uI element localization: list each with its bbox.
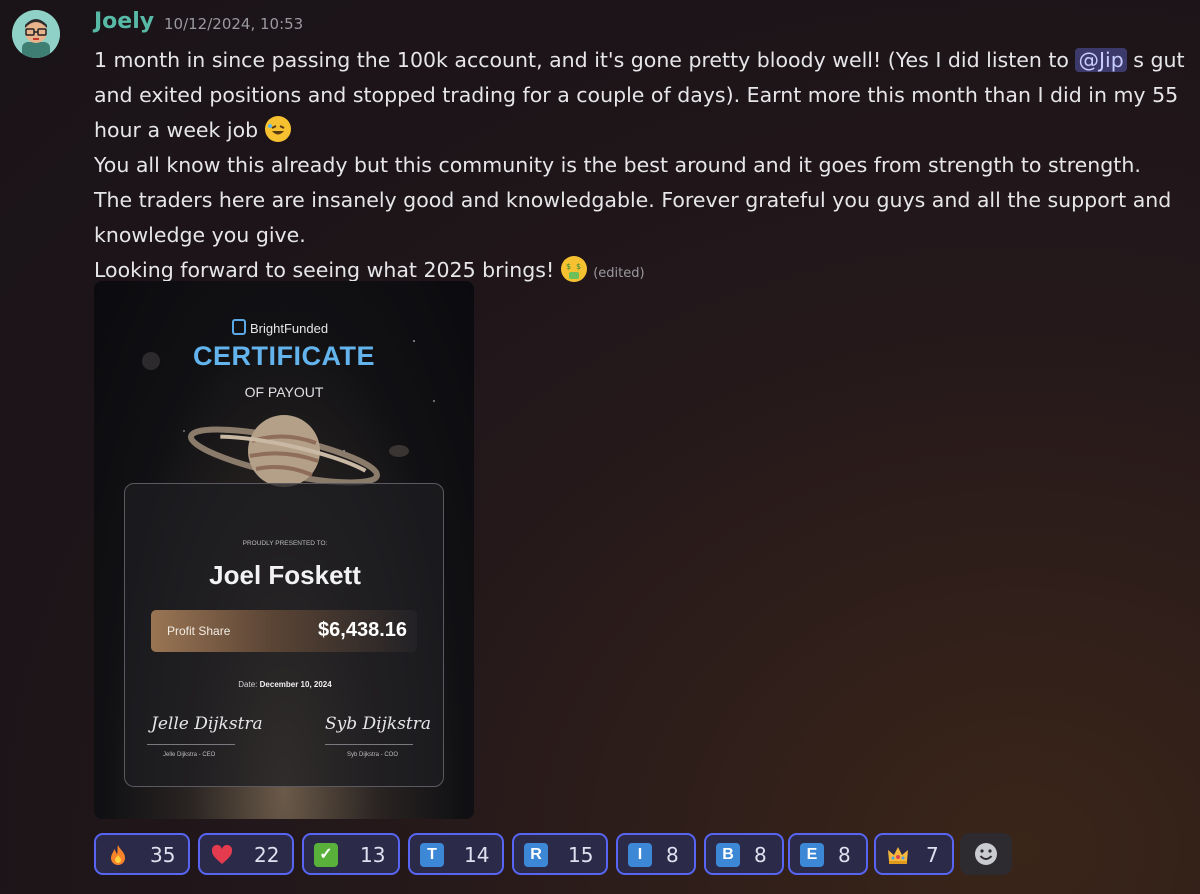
profit-share-label: Profit Share xyxy=(167,624,231,638)
letter-b-icon: B xyxy=(716,843,740,867)
letter-i-icon: I xyxy=(628,843,652,867)
reaction-count: 35 xyxy=(150,843,176,867)
letter-t-icon: T xyxy=(420,843,444,867)
date-value: December 10, 2024 xyxy=(259,680,332,689)
add-reaction-button[interactable] xyxy=(960,833,1012,875)
signer-left: Jelle Dijkstra - CEO xyxy=(163,752,216,758)
reaction-count: 14 xyxy=(464,843,490,867)
svg-text:$: $ xyxy=(576,262,581,271)
reaction-letter-r[interactable]: R 15 xyxy=(512,833,608,875)
message-text: Looking forward to seeing what 2025 brin… xyxy=(94,258,555,282)
reaction-count: 13 xyxy=(360,843,386,867)
message-text: hour a week job xyxy=(94,118,259,142)
reaction-count: 8 xyxy=(666,843,679,867)
reaction-count: 22 xyxy=(254,843,280,867)
reaction-count: 8 xyxy=(754,843,767,867)
brand-logo: BrightFunded xyxy=(232,319,328,336)
reaction-heart[interactable]: 22 xyxy=(198,833,294,875)
signature-line-left xyxy=(147,744,235,745)
avatar-image xyxy=(12,10,60,58)
letter-r-icon: R xyxy=(524,843,548,867)
certificate-panel: PROUDLY PRESENTED TO: Joel Foskett Profi… xyxy=(124,483,444,787)
certificate-subtitle: OF PAYOUT xyxy=(244,384,324,400)
certificate-image-attachment[interactable]: BrightFunded CERTIFICATE OF PAYOUT PROUD… xyxy=(94,281,474,819)
signature-line-right xyxy=(325,744,413,745)
signer-right: Syb Dijkstra - COO xyxy=(347,752,399,758)
reaction-count: 8 xyxy=(838,843,851,867)
heart-icon xyxy=(210,843,234,867)
svg-text:$: $ xyxy=(566,262,571,271)
reaction-letter-e[interactable]: E 8 xyxy=(788,833,868,875)
fire-icon xyxy=(106,843,130,867)
reaction-count: 7 xyxy=(926,843,939,867)
message-content: 1 month in since passing the 100k accoun… xyxy=(94,43,1194,291)
certificate-title: CERTIFICATE xyxy=(193,341,375,371)
crown-icon xyxy=(886,843,910,867)
message-text: 1 month in since passing the 100k accoun… xyxy=(94,48,1076,72)
money-mouth-face-emoji-icon: $ $ xyxy=(560,256,587,282)
avatar[interactable] xyxy=(12,10,60,58)
brand-name: BrightFunded xyxy=(250,321,329,336)
brightfunded-logo-icon xyxy=(232,319,246,335)
reaction-fire[interactable]: 35 xyxy=(94,833,190,875)
profit-share-bar: Profit Share $6,438.16 xyxy=(151,610,417,652)
presented-label: PROUDLY PRESENTED TO: xyxy=(242,540,328,547)
message-text: s gut xyxy=(1126,48,1185,72)
user-mention[interactable]: @Jip xyxy=(1075,48,1127,72)
message-author[interactable]: Joely xyxy=(94,9,154,34)
reaction-crown[interactable]: 7 xyxy=(874,833,954,875)
signature-right: Syb Dijkstra xyxy=(325,714,431,734)
rolling-on-floor-laughing-emoji-icon xyxy=(264,116,291,142)
edited-label: (edited) xyxy=(593,266,645,281)
reaction-letter-b[interactable]: B 8 xyxy=(704,833,784,875)
recipient-name: Joel Foskett xyxy=(209,560,361,590)
date-label: Date: xyxy=(238,680,258,689)
message-line-5: The traders here are insanely good and k… xyxy=(94,188,1172,212)
profit-share-value: $6,438.16 xyxy=(318,619,407,641)
message-timestamp: 10/12/2024, 10:53 xyxy=(164,15,304,33)
message-line-3: hour a week job xyxy=(94,113,1194,148)
reaction-check-mark[interactable]: ✓ 13 xyxy=(302,833,400,875)
message-line-1: 1 month in since passing the 100k accoun… xyxy=(94,43,1194,78)
signature-left: Jelle Dijkstra xyxy=(151,714,263,734)
reaction-count: 15 xyxy=(568,843,594,867)
message-line-6: knowledge you give. xyxy=(94,223,306,247)
smiley-face-icon xyxy=(975,843,997,865)
letter-e-icon: E xyxy=(800,843,824,867)
reaction-letter-t[interactable]: T 14 xyxy=(408,833,504,875)
reaction-letter-i[interactable]: I 8 xyxy=(616,833,696,875)
certificate-date: Date: December 10, 2024 xyxy=(125,680,445,689)
message-line-2: and exited positions and stopped trading… xyxy=(94,83,1179,107)
check-mark-icon: ✓ xyxy=(314,843,338,867)
message-line-4: You all know this already but this commu… xyxy=(94,153,1141,177)
